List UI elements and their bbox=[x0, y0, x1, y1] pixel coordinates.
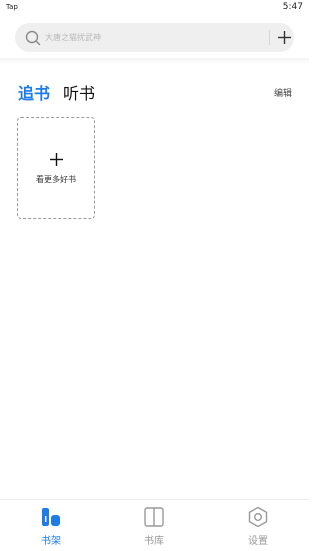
status-carrier: Tap bbox=[6, 3, 18, 11]
hexagon-gear-icon bbox=[248, 506, 268, 528]
add-book-card[interactable]: 看更多好书 bbox=[17, 117, 95, 219]
nav-label-library: 书库 bbox=[144, 536, 164, 547]
search-icon bbox=[25, 30, 41, 46]
nav-item-library[interactable]: 书库 bbox=[124, 506, 184, 548]
status-time: 5:47 bbox=[282, 2, 303, 12]
nav-label-bookshelf: 书架 bbox=[41, 536, 61, 547]
bookshelf-icon bbox=[42, 508, 60, 526]
search-bar[interactable]: 大唐之猫扰武神 bbox=[15, 23, 294, 52]
search-divider bbox=[269, 30, 270, 45]
nav-item-settings[interactable]: 设置 bbox=[228, 506, 288, 548]
nav-label-settings: 设置 bbox=[248, 536, 268, 547]
header-shadow bbox=[0, 58, 309, 64]
tab-follow-books[interactable]: 追书 bbox=[18, 80, 50, 104]
add-card-label: 看更多好书 bbox=[36, 175, 76, 184]
status-bar: Tap 5:47 bbox=[0, 0, 309, 16]
plus-icon[interactable] bbox=[277, 30, 292, 45]
search-placeholder[interactable]: 大唐之猫扰武神 bbox=[45, 32, 101, 43]
bottom-nav: 书架 书库 设置 bbox=[0, 499, 309, 551]
tab-audiobooks[interactable]: 听书 bbox=[63, 80, 95, 104]
edit-button[interactable]: 编辑 bbox=[274, 86, 292, 99]
nav-item-bookshelf[interactable]: 书架 bbox=[21, 506, 81, 548]
book-open-icon bbox=[144, 507, 164, 527]
plus-icon bbox=[50, 153, 63, 166]
